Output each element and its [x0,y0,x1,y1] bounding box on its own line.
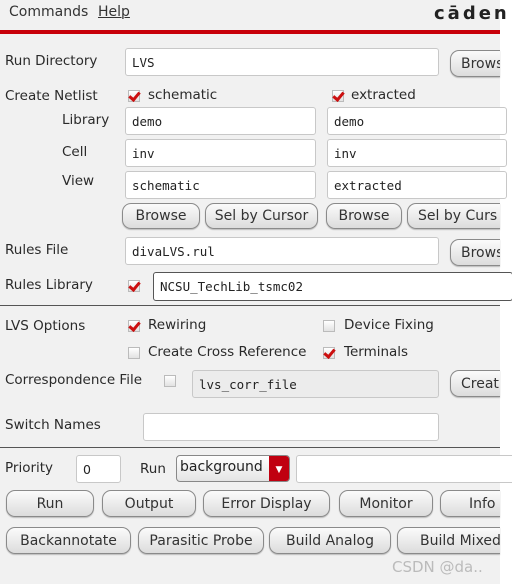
cross-reference-checkbox[interactable] [128,347,140,359]
correspondence-file-input[interactable]: lvs_corr_file [192,370,439,398]
rules-file-input[interactable]: divaLVS.rul [125,237,439,265]
create-netlist-label: Create Netlist [5,88,98,104]
backannotate-button[interactable]: Backannotate [6,527,131,554]
run-button[interactable]: Run [6,490,94,517]
priority-input[interactable]: 0 [76,455,121,483]
schematic-sel-by-cursor-button[interactable]: Sel by Cursor [205,203,318,229]
schematic-library-input[interactable]: demo [125,107,316,135]
extracted-browse-button[interactable]: Browse [326,203,402,229]
rules-file-browse-button[interactable]: Brows [450,239,500,266]
switch-names-label: Switch Names [5,417,101,433]
extracted-checkbox[interactable] [332,90,344,102]
monitor-button[interactable]: Monitor [339,490,433,517]
correspondence-file-checkbox[interactable] [164,375,176,387]
correspondence-create-button[interactable]: Creat [450,370,500,397]
rules-library-checkbox[interactable] [128,280,140,292]
priority-label: Priority [5,460,54,476]
extracted-sel-by-cursor-button[interactable]: Sel by Curs [407,203,500,229]
cell-label: Cell [62,144,88,160]
cadence-logo: cāden [434,3,510,24]
terminals-checkbox[interactable] [323,347,335,359]
schematic-view-input[interactable]: schematic [125,171,316,199]
error-display-button[interactable]: Error Display [203,490,330,517]
run-mode-dropdown[interactable]: background ▼ [176,455,290,482]
run-mode-extra-input[interactable] [296,455,512,483]
schematic-label: schematic [148,87,218,103]
schematic-checkbox[interactable] [128,90,140,102]
terminals-label: Terminals [344,344,409,360]
output-button[interactable]: Output [102,490,196,517]
chevron-down-icon: ▼ [269,456,289,481]
switch-names-input[interactable] [143,413,439,441]
correspondence-file-label: Correspondence File [5,372,143,388]
menu-help[interactable]: Help [98,4,130,20]
watermark: CSDN @da.. [392,558,483,576]
rules-library-input[interactable]: NCSU_TechLib_tsmc02 [153,272,512,301]
build-analog-button[interactable]: Build Analog [269,527,391,554]
extracted-label: extracted [351,87,416,103]
run-directory-browse-button[interactable]: Brows [450,50,500,77]
rules-library-label: Rules Library [5,277,93,293]
schematic-cell-input[interactable]: inv [125,139,316,167]
build-mixed-button[interactable]: Build Mixed [397,527,500,554]
menu-commands[interactable]: Commands [9,4,88,20]
extracted-cell-input[interactable]: inv [327,139,507,167]
run-directory-input[interactable]: LVS [125,48,439,76]
rules-file-label: Rules File [5,242,69,258]
run-mode-selected: background [180,459,263,475]
header-accent-bar [0,30,500,34]
divider [0,447,500,448]
extracted-view-input[interactable]: extracted [327,171,507,199]
extracted-library-input[interactable]: demo [327,107,507,135]
library-label: Library [62,112,110,128]
view-label: View [62,173,95,189]
rewiring-label: Rewiring [148,317,207,333]
device-fixing-label: Device Fixing [344,317,434,333]
rewiring-checkbox[interactable] [128,320,140,332]
divider [0,305,500,306]
lvs-options-label: LVS Options [5,318,86,334]
cross-reference-label: Create Cross Reference [148,344,307,360]
run-mode-label: Run [140,461,166,477]
schematic-browse-button[interactable]: Browse [122,203,200,229]
info-button[interactable]: Info [440,490,500,517]
parasitic-probe-button[interactable]: Parasitic Probe [138,527,264,554]
run-directory-label: Run Directory [5,53,98,69]
device-fixing-checkbox[interactable] [323,320,335,332]
